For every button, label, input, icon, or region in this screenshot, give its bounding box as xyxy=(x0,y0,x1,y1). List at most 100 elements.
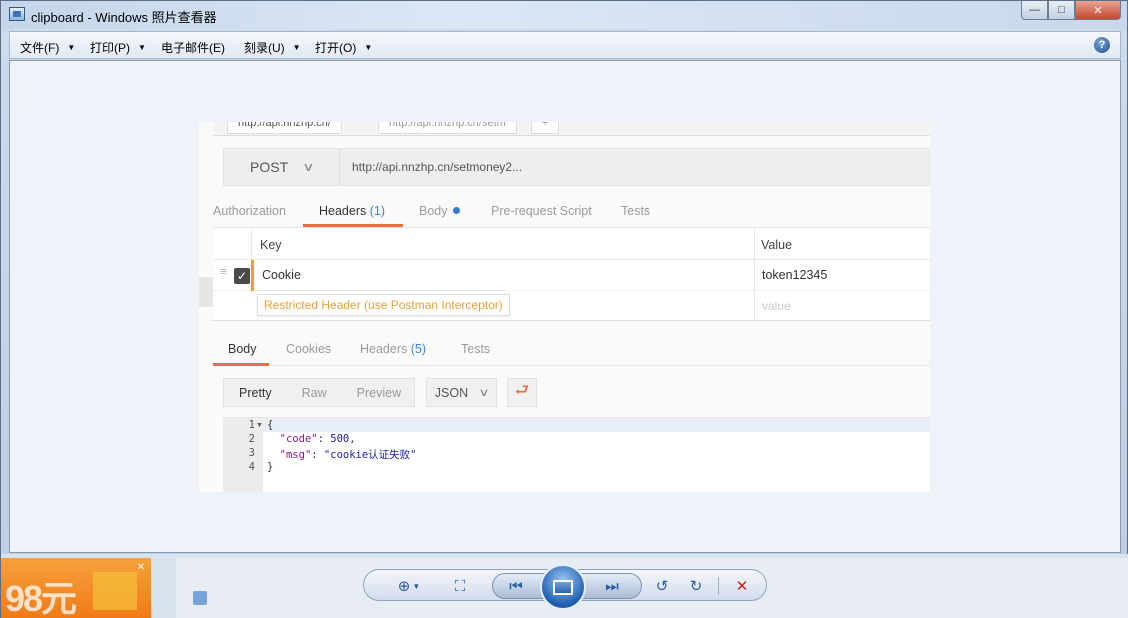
photo-viewer-app-icon xyxy=(9,7,25,21)
tab-response-headers: Headers (5) xyxy=(360,342,426,356)
method-select: POST ∨ xyxy=(224,149,340,185)
zoom-icon[interactable]: ⊕ ▼ xyxy=(392,575,426,597)
tab-authorization: Authorization xyxy=(213,204,286,218)
tab-response-headers-label: Headers xyxy=(360,342,408,356)
menu-burn-label: 刻录(U) xyxy=(244,41,285,55)
tab-response-cookies: Cookies xyxy=(286,342,332,356)
viewer-controls: ⊕ ▼ ⛶ ⏮ ⏭ ↺ ↻ ✕ xyxy=(363,564,767,610)
chevron-down-icon: ∨ xyxy=(478,387,490,399)
view-raw: Raw xyxy=(301,385,327,400)
actual-size-icon[interactable]: ⛶ xyxy=(448,575,472,597)
maximize-button[interactable]: □ xyxy=(1048,1,1075,20)
menu-print[interactable]: 打印(P) ▼ xyxy=(90,39,146,56)
json-key: "code" xyxy=(279,433,318,445)
tab-body: Body xyxy=(419,204,460,218)
view-mode-segmented: Pretty Raw Preview xyxy=(223,378,415,407)
code-line: } xyxy=(267,461,274,473)
minimize-button[interactable]: — xyxy=(1021,1,1048,20)
value-placeholder: value xyxy=(762,299,791,313)
menu-print-label: 打印(P) xyxy=(90,41,130,55)
close-icon: ✕ xyxy=(136,562,145,573)
modified-dot-icon xyxy=(452,207,460,214)
tab-headers-label: Headers xyxy=(319,204,367,218)
close-button[interactable]: ✕ xyxy=(1075,1,1121,20)
line-number: 1 xyxy=(248,419,255,431)
tab-response-body: Body xyxy=(228,342,257,356)
column-key: Key xyxy=(260,238,282,252)
json-string: "cookie认证失败" xyxy=(323,449,417,461)
view-pretty: Pretty xyxy=(239,385,272,400)
url-input: http://api.nnzhp.cn/setmoney2... xyxy=(352,160,523,174)
line-number: 2 xyxy=(248,433,255,445)
restricted-header-tooltip: Restricted Header (use Postman Intercept… xyxy=(257,294,510,316)
json-key: "msg" xyxy=(279,449,312,461)
fold-arrow-icon: ▼ xyxy=(256,422,263,429)
response-section-tabs: Body Cookies Headers (5) Tests xyxy=(213,334,930,366)
rotate-right-icon[interactable]: ↻ xyxy=(684,575,708,597)
tab-pre-request-script: Pre-request Script xyxy=(491,204,592,218)
format-select: JSON ∨ xyxy=(426,378,497,407)
menu-email[interactable]: 电子邮件(E) xyxy=(161,39,225,56)
tab-response-tests: Tests xyxy=(461,342,491,356)
dropdown-caret-icon: ▼ xyxy=(67,43,76,52)
dropdown-caret-icon: ▼ xyxy=(292,43,301,52)
tab-tests: Tests xyxy=(621,204,651,218)
tab-response-headers-count: (5) xyxy=(410,342,427,356)
menu-file[interactable]: 文件(F) ▼ xyxy=(20,39,75,56)
active-tab-indicator xyxy=(213,363,269,366)
dropdown-caret-icon: ▼ xyxy=(364,43,373,52)
help-icon[interactable]: ? xyxy=(1094,37,1110,53)
header-key-cell: Cookie xyxy=(262,268,301,282)
code-line: "code": 500, xyxy=(279,433,356,445)
headers-table: Key Value ≡ ✓ Cookie token12345 Restrict… xyxy=(213,229,930,321)
previous-icon[interactable]: ⏮ xyxy=(504,575,528,597)
request-tab: http://api.nnzhp.cn/ xyxy=(227,122,342,134)
slideshow-button[interactable] xyxy=(540,564,586,610)
photo-viewer-window: clipboard - Windows 照片查看器 — □ ✕ 文件(F) ▼ … xyxy=(0,0,1128,618)
row-checkbox-checked: ✓ xyxy=(234,268,250,284)
separator xyxy=(718,577,719,595)
next-icon[interactable]: ⏭ xyxy=(600,575,624,597)
code-line: "msg": "cookie认证失败" xyxy=(279,449,417,461)
menu-burn[interactable]: 刻录(U) ▼ xyxy=(244,39,301,56)
json-number: 500 xyxy=(330,433,350,445)
url-bar: POST ∨ http://api.nnzhp.cn/setmoney2... xyxy=(223,148,930,186)
response-code-editor: 1 ▼ 2 3 4 { "code": 500, "msg": "cookie认… xyxy=(223,417,930,492)
active-tab-indicator xyxy=(303,224,403,227)
header-value-cell: token12345 xyxy=(762,268,828,282)
ad-text: 98元 xyxy=(5,578,77,618)
chevron-down-icon: ∨ xyxy=(302,160,315,174)
displayed-image-postman: http://api.nnzhp.cn/ http://api.nnzhp.cn… xyxy=(199,122,930,492)
background-checkbox xyxy=(193,591,207,605)
method-label: POST xyxy=(250,159,289,175)
title-bar[interactable]: clipboard - Windows 照片查看器 — □ ✕ xyxy=(1,1,1127,29)
code-line: { xyxy=(267,419,274,431)
tab-headers: Headers (1) xyxy=(319,204,385,218)
table-row: ≡ ✓ Cookie token12345 xyxy=(213,260,930,291)
active-line-highlight xyxy=(223,418,930,432)
dropdown-caret-icon: ▼ xyxy=(138,43,146,52)
menu-email-label: 电子邮件(E) xyxy=(161,41,225,55)
new-tab-button: + xyxy=(531,122,560,134)
request-tab: http://api.nnzhp.cn/setm xyxy=(378,122,517,134)
menu-file-label: 文件(F) xyxy=(20,41,60,55)
view-preview: Preview xyxy=(356,385,402,400)
line-number: 4 xyxy=(248,461,255,473)
rotate-left-icon[interactable]: ↺ xyxy=(650,575,674,597)
warning-indicator xyxy=(251,260,254,291)
delete-icon[interactable]: ✕ xyxy=(730,575,754,597)
tab-body-label: Body xyxy=(419,204,448,218)
background-ad-banner: 98元 ✕ xyxy=(1,558,151,618)
headers-table-header: Key Value xyxy=(213,229,930,260)
menu-open[interactable]: 打开(O) ▼ xyxy=(315,39,372,56)
menu-open-label: 打开(O) xyxy=(315,41,357,55)
request-tabs-strip: http://api.nnzhp.cn/ http://api.nnzhp.cn… xyxy=(213,122,930,136)
request-section-tabs: Authorization Headers (1) Body Pre-reque… xyxy=(213,198,930,228)
sidebar-edge xyxy=(199,277,213,307)
format-label: JSON xyxy=(434,385,469,400)
line-number: 3 xyxy=(248,447,255,459)
tab-headers-count: (1) xyxy=(369,204,386,218)
column-value: Value xyxy=(761,238,793,252)
slideshow-icon xyxy=(553,579,573,595)
window-title: clipboard - Windows 照片查看器 xyxy=(31,10,217,25)
